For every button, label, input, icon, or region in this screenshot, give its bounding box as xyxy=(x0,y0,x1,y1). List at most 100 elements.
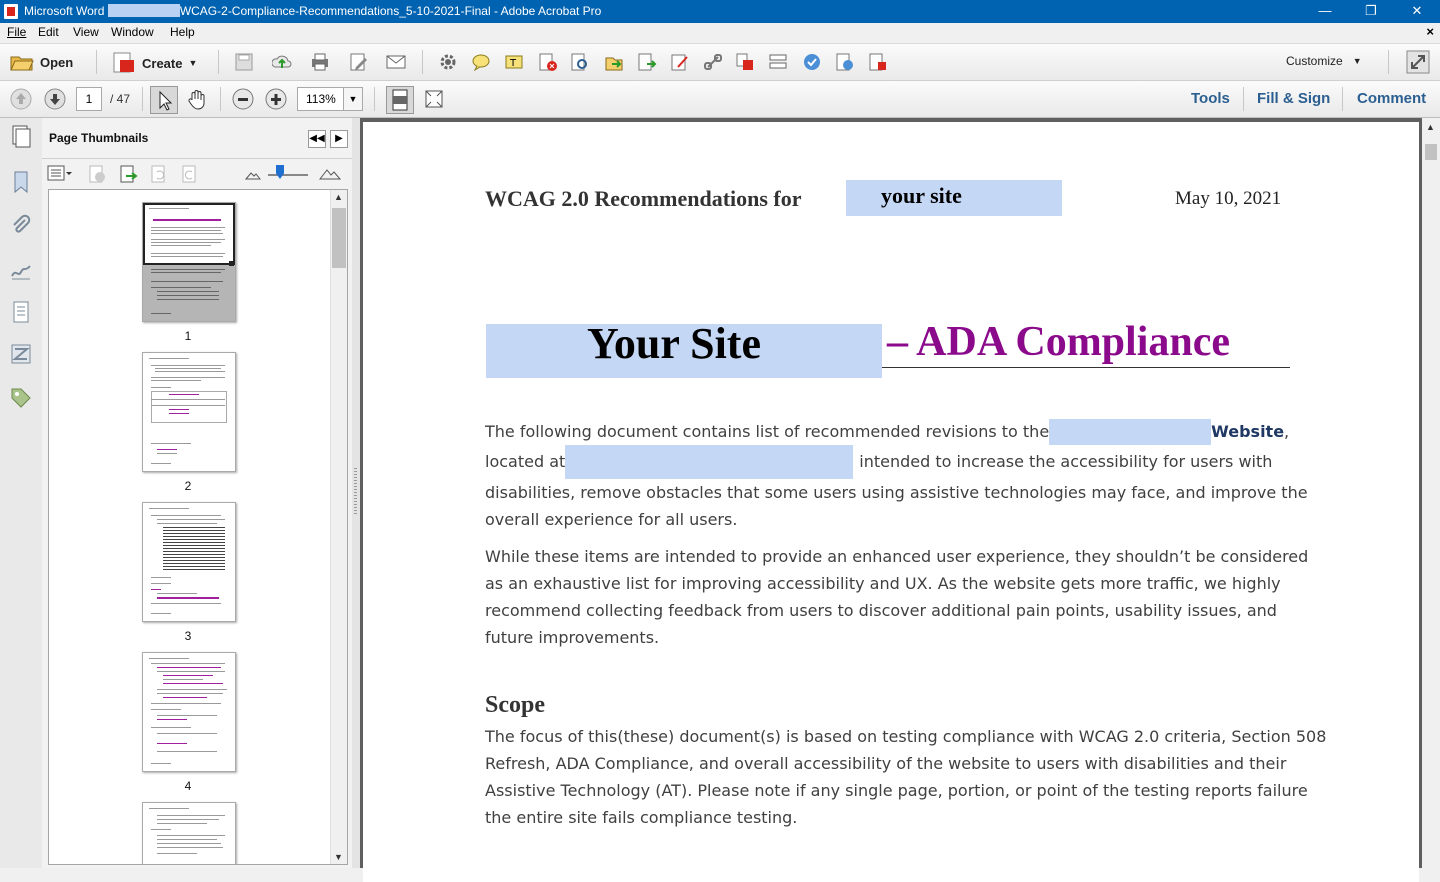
certify-icon[interactable] xyxy=(802,52,822,72)
expand-panel-icon[interactable]: ▶ xyxy=(330,130,348,148)
rotate-pages-icon[interactable] xyxy=(149,164,169,184)
cursor-arrow-icon xyxy=(159,90,173,111)
page-thumbnail[interactable] xyxy=(142,652,236,772)
close-button[interactable]: ✕ xyxy=(1394,0,1440,23)
thumbnail-scrollbar[interactable]: ▲ ▼ xyxy=(330,190,347,864)
svg-text:T: T xyxy=(509,58,517,69)
edit-document-icon[interactable] xyxy=(348,52,368,72)
insert-pages-icon[interactable] xyxy=(118,164,138,184)
tags-icon[interactable] xyxy=(9,386,33,410)
menu-help[interactable]: Help xyxy=(170,25,195,39)
combine-files-icon[interactable] xyxy=(735,52,755,72)
page-thumbnails-icon[interactable] xyxy=(8,124,34,150)
order-icon[interactable] xyxy=(9,342,33,366)
hand-tool-icon[interactable] xyxy=(186,88,208,110)
maximize-button[interactable]: ❐ xyxy=(1348,0,1394,23)
paragraph-line: Assistive Technology (AT). Please note i… xyxy=(485,781,1308,800)
tools-panel-link[interactable]: Tools xyxy=(1191,90,1230,107)
scroll-up-icon[interactable]: ▲ xyxy=(334,192,343,202)
toolbar-separator xyxy=(220,87,221,111)
zoom-out-icon[interactable] xyxy=(232,88,254,110)
page-thumbnail[interactable] xyxy=(142,352,236,472)
search-document-icon[interactable] xyxy=(570,52,590,72)
fit-page-icon[interactable] xyxy=(423,88,445,110)
small-mountain-icon[interactable] xyxy=(245,168,261,180)
page-total: / 47 xyxy=(110,92,131,106)
minimize-button[interactable]: — xyxy=(1302,0,1348,23)
pdf-page: WCAG 2.0 Recommendations for your site M… xyxy=(363,122,1419,882)
zoom-in-icon[interactable] xyxy=(265,88,287,110)
page-number-input[interactable]: 1 xyxy=(76,87,102,111)
intro-text: disabilities, remove obstacles that some… xyxy=(485,483,1308,502)
slider-handle[interactable] xyxy=(276,165,284,179)
protect-icon[interactable] xyxy=(868,52,888,72)
fullscreen-icon[interactable] xyxy=(1406,50,1430,74)
security-icon[interactable] xyxy=(835,52,855,72)
export-icon[interactable] xyxy=(604,52,624,72)
zoom-dropdown-chevron-icon[interactable]: ▼ xyxy=(343,87,363,111)
title-underline xyxy=(882,367,1290,368)
scroll-down-icon[interactable]: ▼ xyxy=(334,852,343,862)
toolbar-separator xyxy=(374,87,375,111)
paragraph-line: Refresh, ADA Compliance, and overall acc… xyxy=(485,754,1287,773)
toolbar-separator xyxy=(1342,87,1343,111)
create-pdf-icon xyxy=(113,52,134,73)
scrollbar-thumb[interactable] xyxy=(1425,144,1437,160)
insert-page-icon[interactable] xyxy=(637,52,657,72)
rotate-pages-right-icon[interactable] xyxy=(180,164,200,184)
website-link[interactable]: Website xyxy=(1211,422,1284,441)
title-redaction xyxy=(107,4,180,17)
next-page-icon[interactable] xyxy=(44,88,66,110)
save-icon[interactable] xyxy=(234,52,254,72)
document-scrollbar[interactable]: ▲ xyxy=(1422,118,1440,868)
thumbnail-size-slider[interactable] xyxy=(268,174,308,176)
bookmarks-icon[interactable] xyxy=(9,170,33,194)
form-fields-icon[interactable] xyxy=(768,52,788,72)
comment-bubble-icon[interactable] xyxy=(471,52,491,72)
email-icon[interactable] xyxy=(386,52,406,72)
delete-pages-icon[interactable] xyxy=(87,164,107,184)
fill-sign-panel-link[interactable]: Fill & Sign xyxy=(1257,90,1330,107)
page-number-label: 3 xyxy=(184,629,192,643)
scroll-up-icon[interactable]: ▲ xyxy=(1426,122,1435,132)
scroll-mode-button[interactable] xyxy=(386,86,414,114)
header-date: May 10, 2021 xyxy=(1175,188,1282,209)
page-thumbnails-panel: Page Thumbnails ◀◀ ▶ 1 2 3 4 ▲ ▼ xyxy=(42,118,352,868)
page-thumbnail[interactable] xyxy=(142,502,236,622)
intro-text: , xyxy=(1284,422,1290,441)
customize-label: Customize xyxy=(1286,54,1343,68)
previous-page-icon[interactable] xyxy=(10,88,32,110)
panel-splitter[interactable] xyxy=(352,118,360,868)
select-tool-button[interactable] xyxy=(150,86,178,114)
large-mountain-icon[interactable] xyxy=(319,166,341,180)
close-document-icon[interactable]: × xyxy=(1426,24,1434,39)
comment-panel-link[interactable]: Comment xyxy=(1357,90,1426,107)
signatures-icon[interactable] xyxy=(9,258,33,282)
delete-page-icon[interactable] xyxy=(538,52,558,72)
scrollbar-thumb[interactable] xyxy=(332,208,346,268)
title-prefix: Microsoft Word xyxy=(24,4,105,18)
intro-text: overall experience for all users. xyxy=(485,510,738,529)
cloud-upload-icon[interactable] xyxy=(272,52,292,72)
settings-gear-icon[interactable] xyxy=(438,52,458,72)
sign-document-icon[interactable] xyxy=(670,52,690,72)
menu-view[interactable]: View xyxy=(73,25,99,39)
highlight-text-icon[interactable]: T xyxy=(504,52,524,72)
page-thumbnail[interactable] xyxy=(142,202,236,322)
toolbar-separator xyxy=(1388,50,1389,74)
customize-button[interactable]: Customize ▼ xyxy=(1286,54,1362,68)
title-site-name: Your Site xyxy=(587,319,761,368)
page-thumbnail[interactable] xyxy=(142,802,236,864)
print-icon[interactable] xyxy=(310,52,330,72)
collapse-panel-icon[interactable]: ◀◀ xyxy=(308,130,326,148)
open-button[interactable]: Open xyxy=(10,52,73,72)
create-button[interactable]: Create ▼ xyxy=(112,52,197,74)
content-icon[interactable] xyxy=(9,300,33,324)
link-icon[interactable] xyxy=(703,52,723,72)
menu-window[interactable]: Window xyxy=(111,25,154,39)
menu-file[interactable]: File xyxy=(7,25,26,39)
attachments-icon[interactable] xyxy=(9,214,33,238)
menu-edit[interactable]: Edit xyxy=(38,25,59,39)
options-menu-icon[interactable] xyxy=(47,164,73,184)
main-toolbar: Open Create ▼ T Customize ▼ xyxy=(0,44,1440,81)
